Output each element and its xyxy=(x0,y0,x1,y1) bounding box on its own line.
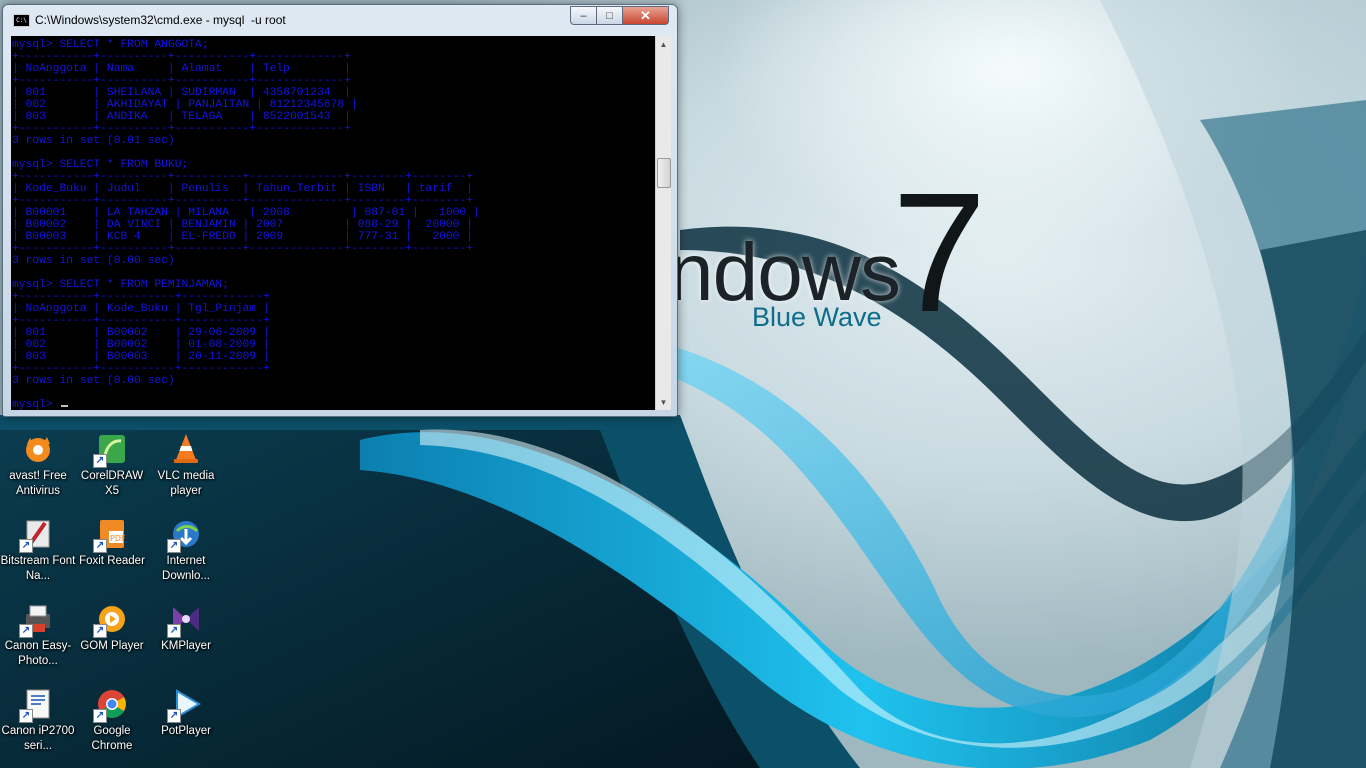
close-icon: ✕ xyxy=(640,7,651,23)
minimize-button[interactable]: ‒ xyxy=(570,6,597,25)
desktop-icon-label: VLC media player xyxy=(157,470,215,497)
desktop-icon-label: Google Chrome xyxy=(91,725,133,752)
desktop-icon-foxit[interactable]: PDF ↗ Foxit Reader xyxy=(74,517,150,569)
desktop-icon-canon-photo[interactable]: ↗ Canon Easy-Photo... xyxy=(0,602,76,669)
console-line: +-----------+----------+-----------+----… xyxy=(12,75,351,87)
vertical-scrollbar[interactable]: ▲ ▼ xyxy=(655,36,671,410)
console-line: | NoAnggota | Kode_Buku | Tgl_Pinjam | xyxy=(12,303,270,315)
console-line: | B00003 | KCB 4 | EL-FREDO | 2009 | 777… xyxy=(12,231,473,243)
desktop-icon-label: avast! Free Antivirus xyxy=(9,470,67,497)
avast-icon xyxy=(21,432,55,466)
desktop-icon-label: Foxit Reader xyxy=(79,555,145,567)
desktop-icon-label: Canon iP2700 seri... xyxy=(1,725,75,752)
console-line: mysql> xyxy=(12,399,60,410)
shortcut-arrow-icon: ↗ xyxy=(93,709,107,723)
canon-printer-icon: ↗ xyxy=(19,602,55,638)
desktop-icon-chrome[interactable]: ↗ Google Chrome xyxy=(74,687,150,754)
svg-text:PDF: PDF xyxy=(110,534,126,543)
cmd-window[interactable]: C:\ C:\Windows\system32\cmd.exe - mysql … xyxy=(2,4,678,417)
desktop-icon-idm[interactable]: ↗ Internet Downlo... xyxy=(148,517,224,584)
console-line: | 003 | ANDIKA | TELAGA | 8522001543 | xyxy=(12,111,351,123)
canon-manual-icon: ↗ xyxy=(19,687,55,723)
console-line: | Kode_Buku | Judul | Penulis | Tahun_Te… xyxy=(12,183,473,195)
console-line: +-----------+----------+----------+-----… xyxy=(12,195,473,207)
console-line: mysql> SELECT * FROM PEMINJAMAN; xyxy=(12,279,229,291)
cmd-window-title: C:\Windows\system32\cmd.exe - mysql -u r… xyxy=(35,13,286,27)
bitstream-font-icon: ↗ xyxy=(19,517,55,553)
console-line: +-----------+-----------+------------+ xyxy=(12,363,270,375)
console-text: mysql> SELECT * FROM ANGGOTA; +---------… xyxy=(11,36,655,410)
shortcut-arrow-icon: ↗ xyxy=(93,539,107,553)
kmplayer-icon: ↗ xyxy=(167,602,203,638)
console-line: | B00001 | LA TAHZAN | MILANA | 2008 | 0… xyxy=(12,207,480,219)
text-cursor xyxy=(61,405,69,407)
console-line: 3 rows in set (0.00 sec) xyxy=(12,375,175,387)
close-button[interactable]: ✕ xyxy=(623,6,669,25)
internet-download-manager-icon: ↗ xyxy=(167,517,203,553)
minimize-icon: ‒ xyxy=(580,9,587,22)
shortcut-arrow-icon: ↗ xyxy=(93,454,107,468)
wallpaper-brand-number: 7 xyxy=(892,158,987,348)
console-line: | 001 | B00002 | 29-06-2009 | xyxy=(12,327,270,339)
console-line: 3 rows in set (0.00 sec) xyxy=(12,255,175,267)
maximize-icon: □ xyxy=(606,9,613,22)
shortcut-arrow-icon: ↗ xyxy=(19,709,33,723)
window-controls: ‒ □ ✕ xyxy=(570,6,669,25)
console-line: mysql> SELECT * FROM ANGGOTA; xyxy=(12,39,209,51)
console-line: +-----------+-----------+------------+ xyxy=(12,291,270,303)
cmd-app-icon[interactable]: C:\ xyxy=(13,14,30,27)
gom-player-icon: ↗ xyxy=(93,602,129,638)
console-line: +-----------+----------+----------+-----… xyxy=(12,171,473,183)
console-output[interactable]: mysql> SELECT * FROM ANGGOTA; +---------… xyxy=(11,36,655,410)
console-line: 3 rows in set (0.01 sec) xyxy=(12,135,175,147)
console-line: | 002 | AKHIDAYAT | PANJAITAN | 81212345… xyxy=(12,99,358,111)
desktop-icon-bitstream[interactable]: ↗ Bitstream Font Na... xyxy=(0,517,76,584)
console-line: +-----------+----------+----------+-----… xyxy=(12,243,473,255)
desktop-icon-label: GOM Player xyxy=(80,640,144,652)
desktop-icon-label: Canon Easy-Photo... xyxy=(4,640,72,667)
maximize-button[interactable]: □ xyxy=(597,6,623,25)
desktop-icon-canon-ip2700[interactable]: ↗ Canon iP2700 seri... xyxy=(0,687,76,754)
scroll-down-arrow-icon[interactable]: ▼ xyxy=(656,394,671,410)
foxit-reader-icon: PDF ↗ xyxy=(93,517,129,553)
console-line: +-----------+----------+-----------+----… xyxy=(12,123,351,135)
console-line: mysql> SELECT * FROM BUKU; xyxy=(12,159,189,171)
desktop-icon-label: KMPlayer xyxy=(161,640,211,652)
coreldraw-icon: ↗ xyxy=(93,432,129,468)
scrollbar-thumb[interactable] xyxy=(657,158,671,188)
desktop-icon-vlc[interactable]: VLC media player xyxy=(148,432,224,499)
desktop-icon-kmplayer[interactable]: ↗ KMPlayer xyxy=(148,602,224,654)
console-line: | 002 | B00002 | 01-08-2009 | xyxy=(12,339,270,351)
shortcut-arrow-icon: ↗ xyxy=(167,709,181,723)
shortcut-arrow-icon: ↗ xyxy=(93,624,107,638)
desktop-icon-label: Bitstream Font Na... xyxy=(0,555,76,582)
wallpaper-brand-subtitle: Blue Wave xyxy=(752,302,882,332)
console-line: +-----------+----------+-----------+----… xyxy=(12,51,351,63)
shortcut-arrow-icon: ↗ xyxy=(167,539,181,553)
scroll-up-arrow-icon[interactable]: ▲ xyxy=(656,36,671,52)
desktop-icon-label: PotPlayer xyxy=(161,725,211,737)
desktop-icon-gom[interactable]: ↗ GOM Player xyxy=(74,602,150,654)
console-line: +-----------+-----------+------------+ xyxy=(12,315,270,327)
chrome-icon: ↗ xyxy=(93,687,129,723)
desktop-icon-coreldraw[interactable]: ↗ CorelDRAW X5 xyxy=(74,432,150,499)
desktop-icon-label: Internet Downlo... xyxy=(162,555,210,582)
desktop-icon-potplayer[interactable]: ↗ PotPlayer xyxy=(148,687,224,739)
cmd-titlebar[interactable]: C:\ C:\Windows\system32\cmd.exe - mysql … xyxy=(3,5,677,35)
shortcut-arrow-icon: ↗ xyxy=(19,624,33,638)
console-line: | NoAnggota | Nama | Alamat | Telp | xyxy=(12,63,351,75)
shortcut-arrow-icon: ↗ xyxy=(19,539,33,553)
console-line: | B00002 | DA VINCI | BENJAMIN | 2007 | … xyxy=(12,219,473,231)
potplayer-icon: ↗ xyxy=(167,687,203,723)
shortcut-arrow-icon: ↗ xyxy=(167,624,181,638)
console-line: | 003 | B00003 | 20-11-2009 | xyxy=(12,351,270,363)
vlc-cone-icon xyxy=(169,432,203,466)
console-line: | 001 | SHEILANA | SUDIRMAN | 4358701234… xyxy=(12,87,351,99)
desktop-icon-avast[interactable]: avast! Free Antivirus xyxy=(0,432,76,499)
desktop-icon-label: CorelDRAW X5 xyxy=(80,470,144,497)
